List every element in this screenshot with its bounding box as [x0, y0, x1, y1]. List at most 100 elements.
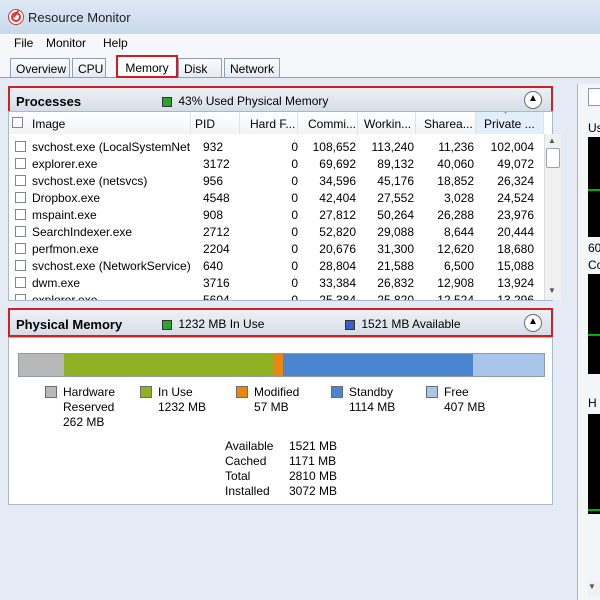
memory-bar-segment — [473, 354, 544, 376]
title-bar: Resource Monitor — [0, 0, 600, 35]
table-row[interactable]: perfmon.exe 2204 0 20,676 31,300 12,620 18,680 — [9, 240, 537, 257]
cell-image: SearchIndexer.exe — [32, 225, 133, 239]
chevron-up-icon: ▲ — [528, 93, 538, 104]
cell-hard-faults: 0 — [291, 293, 298, 300]
memory-bar-segment — [64, 354, 274, 376]
table-row[interactable]: explorer.exe 3172 0 69,692 89,132 40,060 49,07… — [9, 155, 537, 172]
row-checkbox[interactable] — [15, 294, 26, 300]
tab-overview[interactable]: Overview — [10, 58, 70, 77]
summary-label: Cached — [225, 454, 267, 468]
column-header-pid[interactable]: PID — [191, 112, 240, 134]
legend-value: 1232 MB — [158, 400, 207, 414]
summary-value: 3072 MB — [289, 484, 338, 498]
cell-shareable: 3,028 — [443, 191, 474, 205]
tab-network[interactable]: Network — [224, 58, 280, 77]
memory-bar-segment — [274, 354, 283, 376]
cell-private: 20,444 — [497, 225, 534, 239]
graph-label-hard-faults: H — [588, 396, 597, 410]
cell-shareable: 6,500 — [443, 259, 474, 273]
graph-label-commit: Co — [588, 258, 600, 272]
cell-private: 13,296 — [497, 293, 534, 300]
table-row[interactable]: svchost.exe (netsvcs) 956 0 34,596 45,176 18,… — [9, 172, 537, 189]
tab-disk[interactable]: Disk — [178, 58, 222, 77]
row-checkbox[interactable] — [15, 277, 26, 288]
cell-pid: 2712 — [203, 225, 230, 239]
physical-memory-panel: Hardware Reserved 262 MB In Use 1232 MB Modi… — [8, 337, 553, 505]
cell-image: mspaint.exe — [32, 208, 97, 222]
row-checkbox[interactable] — [15, 192, 26, 203]
cell-working-set: 89,132 — [377, 157, 414, 171]
summary-label: Available — [225, 439, 274, 453]
tab-memory[interactable]: Memory — [116, 55, 178, 78]
tab-bar: Overview CPU Memory Disk Network — [0, 53, 600, 78]
processes-header[interactable]: Processes 43% Used Physical Memory ▲ — [8, 86, 553, 113]
cell-shareable: 40,060 — [437, 157, 474, 171]
table-row[interactable]: svchost.exe (LocalSystemNet... 932 0 108,65… — [9, 138, 537, 155]
table-row[interactable]: Dropbox.exe 4548 0 42,404 27,552 3,028 24,524 — [9, 189, 537, 206]
cell-working-set: 26,832 — [377, 276, 414, 290]
row-checkbox[interactable] — [15, 209, 26, 220]
cell-image: Dropbox.exe — [32, 191, 101, 205]
processes-collapse-button[interactable]: ▲ — [524, 91, 542, 109]
process-rows: svchost.exe (LocalSystemNet... 932 0 108,65… — [9, 138, 544, 300]
graph-line — [588, 334, 600, 336]
cell-pid: 932 — [203, 140, 224, 154]
summary-label: Total — [225, 469, 251, 483]
scroll-down-icon[interactable]: ▼ — [588, 582, 600, 596]
table-row[interactable]: SearchIndexer.exe 2712 0 52,820 29,088 8,644 2… — [9, 223, 537, 240]
scroll-up-icon[interactable]: ▲ — [548, 136, 556, 145]
select-all-checkbox[interactable] — [12, 117, 23, 128]
column-header-working-set[interactable]: Workin... — [358, 112, 416, 134]
commit-graph — [588, 274, 600, 374]
table-row[interactable]: dwm.exe 3716 0 33,384 26,832 12,908 13,924 — [9, 274, 537, 291]
column-header-shareable[interactable]: Sharea... — [416, 112, 476, 134]
available-status-text: 1521 MB Available — [361, 317, 461, 331]
legend-label: Modified — [254, 385, 300, 399]
menu-file[interactable]: File — [14, 36, 33, 50]
menu-help[interactable]: Help — [103, 36, 128, 50]
cell-private: 49,072 — [497, 157, 534, 171]
cell-shareable: 8,644 — [443, 225, 474, 239]
graph-label-60: 60 — [588, 241, 600, 255]
cell-hard-faults: 0 — [291, 225, 298, 239]
row-checkbox[interactable] — [15, 175, 26, 186]
cell-hard-faults: 0 — [291, 259, 298, 273]
cell-commit: 28,804 — [319, 259, 356, 273]
scroll-thumb[interactable] — [546, 148, 560, 168]
table-row[interactable]: mspaint.exe 908 0 27,812 50,264 26,288 23,976 — [9, 206, 537, 223]
maximize-icon[interactable] — [588, 88, 600, 106]
cell-commit: 27,812 — [319, 208, 356, 222]
window-title: Resource Monitor — [28, 10, 131, 25]
row-checkbox[interactable] — [15, 141, 26, 152]
cell-commit: 69,692 — [319, 157, 356, 171]
table-row[interactable]: svchost.exe (NetworkService) 640 0 28,804 21… — [9, 257, 537, 274]
column-header-commit[interactable]: Commi... — [298, 112, 358, 134]
physical-memory-header[interactable]: Physical Memory 1232 MB In Use 1521 MB A… — [8, 308, 553, 337]
physical-memory-collapse-button[interactable]: ▲ — [524, 314, 542, 332]
cell-commit: 34,596 — [319, 174, 356, 188]
column-header-private[interactable]: Private ... ▼ — [476, 112, 544, 134]
scroll-down-icon[interactable]: ▼ — [548, 286, 556, 295]
cell-commit: 108,652 — [312, 140, 356, 154]
cell-working-set: 45,176 — [377, 174, 414, 188]
cell-pid: 956 — [203, 174, 224, 188]
processes-status: 43% Used Physical Memory — [162, 94, 328, 108]
legend-swatch — [331, 386, 343, 398]
cell-pid: 640 — [203, 259, 224, 273]
physical-memory-title: Physical Memory — [16, 317, 123, 332]
cell-hard-faults: 0 — [291, 208, 298, 222]
row-checkbox[interactable] — [15, 243, 26, 254]
cell-hard-faults: 0 — [291, 276, 298, 290]
column-header-hard-faults[interactable]: Hard F... — [240, 112, 298, 134]
processes-scrollbar[interactable]: ▲ ▼ — [544, 134, 561, 300]
row-checkbox[interactable] — [15, 226, 26, 237]
row-checkbox[interactable] — [15, 158, 26, 169]
column-header-image[interactable]: Image — [9, 112, 191, 134]
graph-panel: Us 60 Co H ▼ — [577, 84, 600, 600]
tab-cpu[interactable]: CPU — [72, 58, 106, 77]
row-checkbox[interactable] — [15, 260, 26, 271]
processes-status-text: 43% Used Physical Memory — [178, 94, 329, 108]
table-row[interactable]: explorer.exe 5604 0 25,384 25,820 12,524 13,29… — [9, 291, 537, 300]
legend-value: 407 MB — [444, 400, 486, 414]
menu-monitor[interactable]: Monitor — [46, 36, 86, 50]
